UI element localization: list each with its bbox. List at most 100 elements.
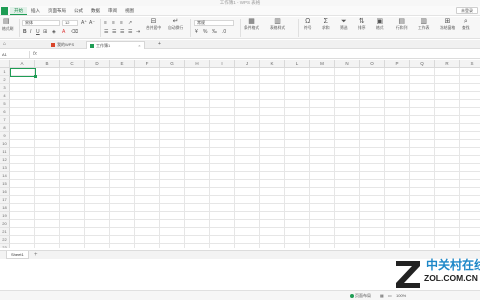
row-header[interactable]: 7 [0, 116, 10, 124]
tab-view[interactable]: 视图 [121, 7, 138, 15]
row-header[interactable]: 23 [0, 244, 10, 248]
close-icon[interactable]: × [138, 42, 140, 50]
tab-review[interactable]: 审阅 [104, 7, 121, 15]
align-center-icon[interactable]: ☰ [112, 29, 116, 35]
currency-icon[interactable]: ¥ [195, 29, 198, 35]
row-header[interactable]: 19 [0, 212, 10, 220]
cell-area[interactable] [10, 68, 480, 248]
decimal-icon[interactable]: .0 [222, 29, 226, 35]
border-icon[interactable]: ⊞ [43, 29, 47, 35]
row-header[interactable]: 2 [0, 76, 10, 84]
tab-home[interactable]: 开始 [10, 6, 27, 15]
column-header[interactable]: P [385, 60, 410, 68]
align-right-icon[interactable]: ☰ [120, 29, 124, 35]
conditional-format-button[interactable]: ▦ 条件格式 [244, 18, 259, 31]
tab-formulas[interactable]: 公式 [70, 7, 87, 15]
column-header[interactable]: L [285, 60, 310, 68]
column-header[interactable]: R [435, 60, 460, 68]
column-header[interactable]: H [185, 60, 210, 68]
page-layout-toggle[interactable]: 页面布局 [350, 291, 371, 300]
align-middle-icon[interactable]: ≡ [112, 20, 115, 26]
format-painter-button[interactable]: 格式刷 [2, 27, 13, 32]
paste-button[interactable]: ▤ [3, 18, 10, 26]
column-header[interactable]: K [260, 60, 285, 68]
row-header[interactable]: 13 [0, 164, 10, 172]
column-header[interactable]: O [360, 60, 385, 68]
find-button[interactable]: ⌕ 查找 [462, 18, 470, 31]
percent-icon[interactable]: % [203, 29, 207, 35]
rotate-text-icon[interactable]: ↗ [128, 20, 132, 26]
tab-workbook[interactable]: 工作簿1 × [86, 41, 145, 49]
indent-icon[interactable]: ⇥ [136, 29, 140, 35]
row-header[interactable]: 14 [0, 172, 10, 180]
column-header[interactable]: D [85, 60, 110, 68]
column-header[interactable]: M [310, 60, 335, 68]
align-top-icon[interactable]: ≡ [104, 20, 107, 26]
bold-icon[interactable]: B [23, 29, 27, 35]
tab-data[interactable]: 数据 [87, 7, 104, 15]
fx-icon[interactable]: fx [33, 51, 37, 58]
tab-insert[interactable]: 插入 [27, 7, 44, 15]
row-header[interactable]: 21 [0, 228, 10, 236]
sum-button[interactable]: Σ 求和 [322, 18, 330, 31]
login-button[interactable]: 未登录 [456, 7, 478, 14]
row-header[interactable]: 12 [0, 156, 10, 164]
clear-format-icon[interactable]: ⌫ [71, 29, 78, 35]
font-color-icon[interactable]: A [62, 29, 65, 35]
wrap-text-button[interactable]: ↵ 自动换行 [168, 18, 183, 31]
align-bottom-icon[interactable]: ≡ [120, 20, 123, 26]
column-header[interactable]: A [10, 60, 35, 68]
row-header[interactable]: 15 [0, 180, 10, 188]
tab-page-layout[interactable]: 页面布局 [44, 7, 70, 15]
row-header[interactable]: 6 [0, 108, 10, 116]
row-header[interactable]: 20 [0, 220, 10, 228]
column-header[interactable]: Q [410, 60, 435, 68]
number-format-select[interactable]: 常规 [194, 20, 234, 26]
column-header[interactable]: N [335, 60, 360, 68]
row-header[interactable]: 1 [0, 68, 10, 76]
view-page-icon[interactable]: ▭ [388, 291, 392, 300]
row-header[interactable]: 4 [0, 92, 10, 100]
justify-icon[interactable]: ☰ [128, 29, 132, 35]
app-menu-button[interactable] [1, 6, 8, 15]
row-header[interactable]: 22 [0, 236, 10, 244]
row-header[interactable]: 17 [0, 196, 10, 204]
column-header[interactable]: E [110, 60, 135, 68]
row-header[interactable]: 10 [0, 140, 10, 148]
column-header[interactable]: F [135, 60, 160, 68]
zoom-level[interactable]: 100% [396, 291, 406, 300]
align-left-icon[interactable]: ☰ [104, 29, 108, 35]
sheet-tab-sheet1[interactable]: Sheet1 [6, 251, 29, 259]
sort-button[interactable]: ⇅ 排序 [358, 18, 366, 31]
merge-center-button[interactable]: ⊟ 合并居中 [146, 18, 161, 31]
fill-color-icon[interactable]: ◈ [52, 29, 56, 35]
home-icon[interactable]: ⌂ [3, 41, 6, 47]
font-name-select[interactable]: 宋体 [22, 20, 60, 26]
worksheet-button[interactable]: ▥ 工作表 [418, 18, 429, 31]
column-header[interactable]: S [460, 60, 480, 68]
table-style-button[interactable]: ▥ 表格样式 [270, 18, 285, 31]
name-box[interactable]: A1 [0, 51, 30, 58]
row-header[interactable]: 8 [0, 124, 10, 132]
view-normal-icon[interactable]: ▦ [380, 291, 384, 300]
row-header[interactable]: 18 [0, 204, 10, 212]
add-sheet-button[interactable]: + [34, 251, 38, 259]
row-header[interactable]: 16 [0, 188, 10, 196]
symbol-button[interactable]: Ω 符号 [304, 18, 312, 31]
tab-wps-home[interactable]: 我的WPS [48, 41, 77, 49]
column-header[interactable]: C [60, 60, 85, 68]
column-header[interactable]: I [210, 60, 235, 68]
decrease-font-icon[interactable]: A⁻ [89, 20, 95, 26]
freeze-panes-button[interactable]: ⊞ 冻结窗格 [440, 18, 455, 31]
new-tab-icon[interactable]: + [158, 41, 161, 47]
row-header[interactable]: 9 [0, 132, 10, 140]
spreadsheet-grid[interactable]: ABCDEFGHIJKLMNOPQRS 1 2 3 4 5 6 7 8 9 10 11 12 13 14 1… [0, 60, 480, 248]
italic-icon[interactable]: I [30, 29, 31, 35]
row-header[interactable]: 11 [0, 148, 10, 156]
rows-cols-button[interactable]: ▤ 行和列 [396, 18, 407, 31]
font-size-select[interactable]: 12 [62, 20, 78, 26]
select-all-corner[interactable] [0, 60, 10, 68]
increase-font-icon[interactable]: A⁺ [81, 20, 87, 26]
row-header[interactable]: 5 [0, 100, 10, 108]
filter-button[interactable]: ⏷ 筛选 [340, 18, 348, 31]
